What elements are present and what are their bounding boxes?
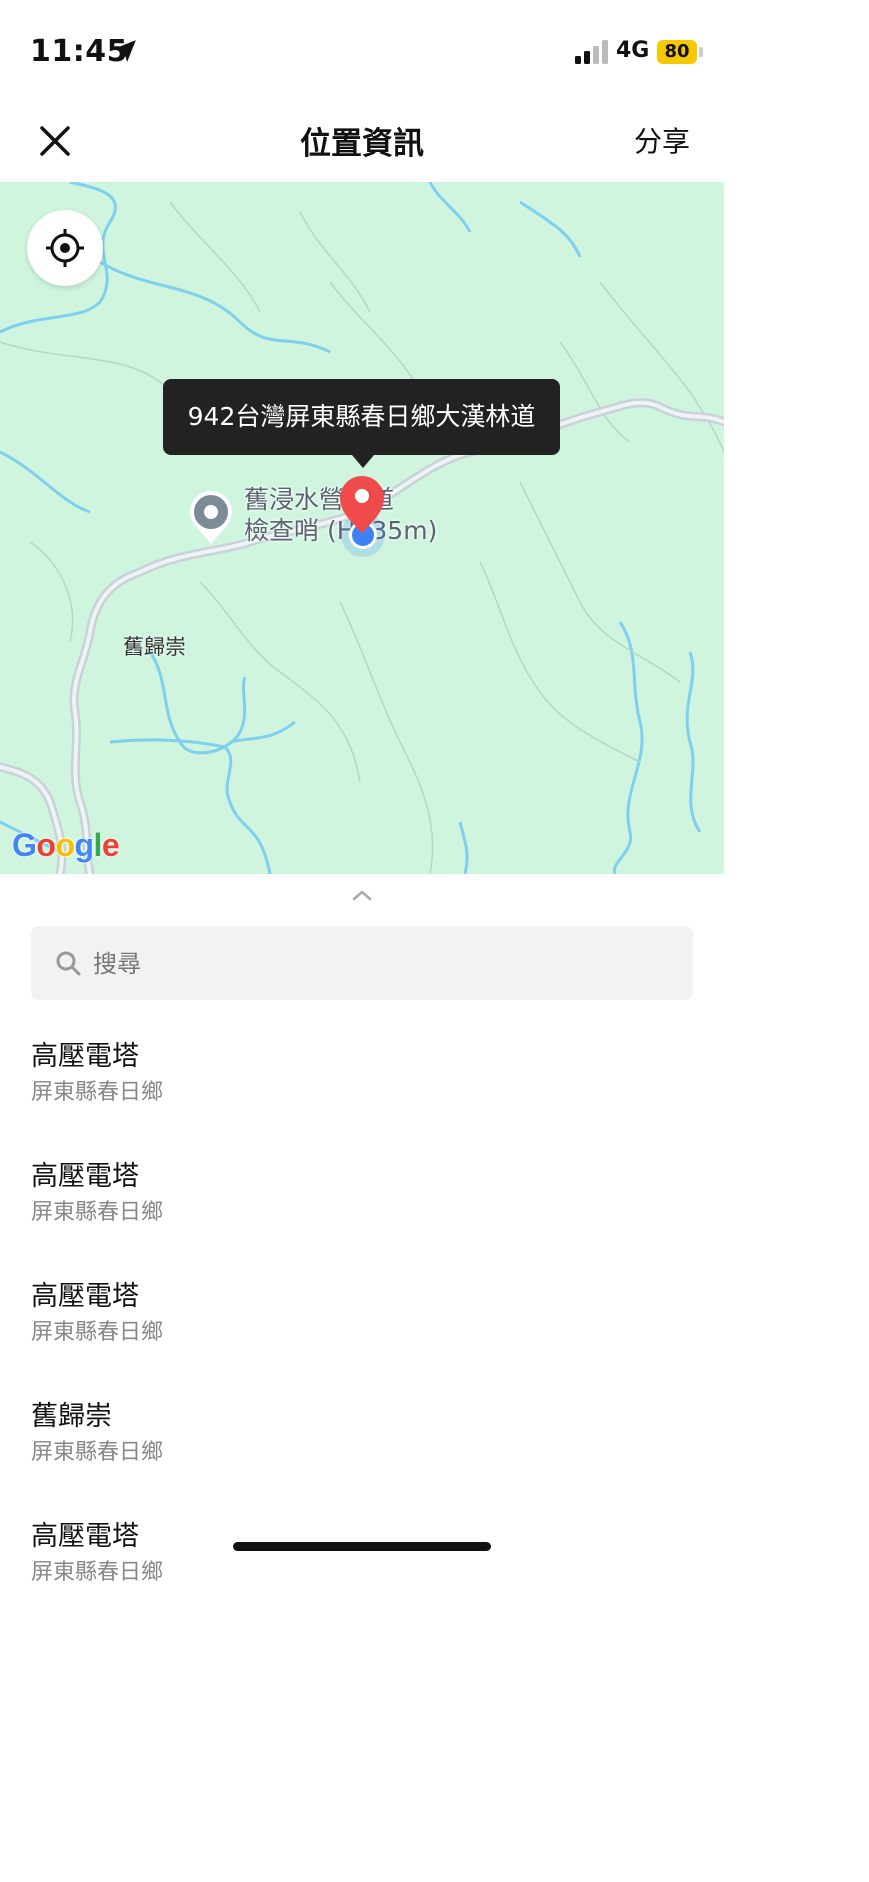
crosshair-icon: [46, 229, 84, 267]
location-pin-icon: [340, 476, 384, 534]
map-place-label: 舊歸崇: [123, 635, 186, 659]
list-item[interactable]: 高壓電塔 屏東縣春日鄉: [0, 1134, 724, 1254]
address-callout[interactable]: 942台灣屏東縣春日鄉大漢林道: [163, 379, 560, 455]
list-item[interactable]: 高壓電塔 屏東縣春日鄉: [0, 1254, 724, 1374]
search-bar[interactable]: [31, 926, 693, 1002]
cellular-signal-icon: [575, 40, 608, 64]
search-icon: [56, 951, 81, 976]
google-logo: Google: [12, 827, 120, 863]
network-type: 4G: [616, 38, 650, 63]
item-name: 高壓電塔: [31, 1281, 139, 1312]
callout-pointer: [352, 455, 374, 468]
item-address: 屏東縣春日鄉: [31, 1560, 164, 1585]
nav-header: 位置資訊 分享: [0, 100, 724, 182]
bottom-sheet: 高壓電塔 屏東縣春日鄉 高壓電塔 屏東縣春日鄉 高壓電塔 屏東縣春日鄉 舊歸崇 …: [0, 874, 724, 1585]
page-title: 位置資訊: [300, 126, 424, 162]
item-address: 屏東縣春日鄉: [31, 1440, 164, 1465]
item-name: 舊歸崇: [31, 1401, 112, 1432]
battery-level: 80: [664, 41, 690, 62]
poi-marker-icon[interactable]: [188, 490, 234, 546]
battery-icon: 80: [657, 40, 703, 64]
status-bar: 11:45 4G 80: [0, 0, 724, 100]
item-address: 屏東縣春日鄉: [31, 1080, 164, 1105]
share-button[interactable]: 分享: [634, 120, 690, 160]
item-name: 高壓電塔: [31, 1161, 139, 1192]
item-address: 屏東縣春日鄉: [31, 1320, 164, 1345]
recenter-location-button[interactable]: [27, 210, 103, 286]
chevron-up-icon[interactable]: [351, 888, 373, 902]
list-item[interactable]: 高壓電塔 屏東縣春日鄉: [0, 1494, 724, 1614]
location-arrow-icon: [114, 40, 136, 62]
map-view[interactable]: 舊浸水營古道 檢查哨 (H835m) 舊歸崇 942台灣屏東縣春日鄉大漢林道 G…: [0, 182, 724, 874]
list-item[interactable]: 高壓電塔 屏東縣春日鄉: [0, 1014, 724, 1134]
item-address: 屏東縣春日鄉: [31, 1200, 164, 1225]
home-indicator: [233, 1542, 491, 1551]
list-item[interactable]: 舊歸崇 屏東縣春日鄉: [0, 1374, 724, 1494]
place-list: 高壓電塔 屏東縣春日鄉 高壓電塔 屏東縣春日鄉 高壓電塔 屏東縣春日鄉 舊歸崇 …: [0, 1014, 724, 1614]
search-input[interactable]: [91, 926, 675, 1002]
item-name: 高壓電塔: [31, 1041, 139, 1072]
item-name: 高壓電塔: [31, 1521, 139, 1552]
